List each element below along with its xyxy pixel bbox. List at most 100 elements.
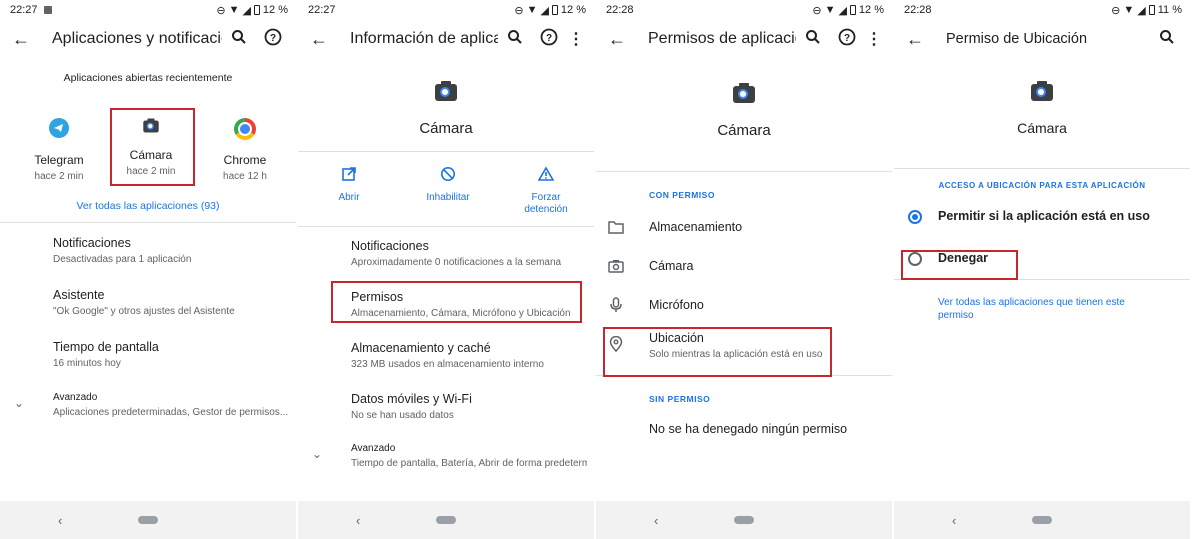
permission-item-location[interactable]: Ubicación Solo mientras la aplicación es…: [596, 328, 892, 368]
list-item-notifications[interactable]: Notificaciones Desactivadas para 1 aplic…: [0, 236, 296, 265]
status-time: 22:28: [606, 4, 634, 16]
list-item-mobile-data[interactable]: Datos móviles y Wi-Fi No se han usado da…: [298, 392, 594, 421]
signal-icon: ◢: [540, 4, 549, 17]
svg-text:?: ?: [270, 33, 276, 44]
item-subtitle: No se han usado datos: [351, 410, 454, 421]
page-title: Información de aplicaciones: [350, 30, 498, 47]
wifi-icon: ▼: [824, 4, 836, 16]
recent-app-name: Telegram: [34, 153, 84, 167]
disable-button[interactable]: Inhabilitar: [418, 166, 478, 203]
list-item-screen-time[interactable]: Tiempo de pantalla 16 minutos hoy: [0, 340, 296, 369]
more-vert-icon[interactable]: ⋮: [566, 29, 586, 49]
search-icon[interactable]: [498, 29, 532, 50]
radio-label: Denegar: [938, 251, 989, 265]
help-icon[interactable]: ?: [830, 28, 864, 51]
status-bar: 22:27 ⊖ ▼ ◢ 12 %: [0, 0, 296, 20]
recent-app-chrome[interactable]: Chrome hace 12 h: [206, 118, 284, 182]
list-item-permissions[interactable]: Permisos Almacenamiento, Cámara, Micrófo…: [298, 290, 594, 319]
battery-icon: [253, 5, 260, 15]
app-name: Cámara: [1017, 120, 1067, 136]
panel-app-permissions: 22:28 ⊖ ▼ ◢ 12 % ← Permisos de aplicacio…: [596, 0, 894, 539]
dnd-icon: ⊖: [216, 4, 226, 17]
recent-app-time: hace 2 min: [126, 166, 176, 177]
radio-option-deny[interactable]: Denegar: [894, 243, 1190, 277]
battery-icon: [551, 5, 558, 15]
app-bar: ← Permisos de aplicaciones ? ⋮: [596, 20, 892, 58]
item-title: Notificaciones: [53, 236, 131, 250]
nav-home-pill[interactable]: [436, 516, 456, 524]
search-icon[interactable]: [1150, 29, 1184, 50]
item-title: Avanzado: [351, 443, 396, 454]
permission-title: Ubicación: [649, 331, 704, 345]
nav-back-icon[interactable]: ‹: [654, 513, 658, 528]
page-title: Permiso de Ubicación: [946, 31, 1088, 47]
battery-icon: [1148, 5, 1155, 15]
action-label: Forzar detención: [524, 192, 568, 215]
app-header: Cámara: [298, 81, 594, 137]
permission-item-microphone[interactable]: Micrófono: [596, 288, 892, 326]
camera-outline-icon: [608, 260, 624, 273]
nav-back-icon[interactable]: ‹: [952, 513, 956, 528]
wifi-icon: ▼: [1123, 4, 1135, 16]
item-subtitle: 323 MB usados en almacenamiento interno: [351, 359, 544, 370]
item-title: Datos móviles y Wi-Fi: [351, 392, 472, 406]
status-bar: 22:28 ⊖ ▼ ◢ 12 %: [596, 0, 892, 20]
battery-percent: 11 %: [1157, 4, 1182, 16]
list-item-assistant[interactable]: Asistente "Ok Google" y otros ajustes de…: [0, 288, 296, 317]
nav-back-icon[interactable]: ‹: [356, 513, 360, 528]
back-arrow-icon[interactable]: ←: [310, 29, 334, 50]
help-icon[interactable]: ?: [532, 28, 566, 51]
navigation-bar: ‹: [596, 501, 892, 539]
chrome-icon: [234, 118, 256, 140]
see-all-apps-link[interactable]: Ver todas las aplicaciones (93): [0, 200, 296, 212]
battery-percent: 12 %: [262, 4, 288, 16]
page-title: Aplicaciones y notificaciones: [52, 30, 222, 47]
nav-back-icon[interactable]: ‹: [58, 513, 62, 528]
see-all-apps-with-permission-link[interactable]: Ver todas las aplicaciones que tienen es…: [894, 296, 1190, 322]
radio-option-allow-while-in-use[interactable]: Permitir si la aplicación está en uso: [894, 202, 1190, 236]
radio-selected-icon: [908, 210, 922, 224]
back-arrow-icon[interactable]: ←: [906, 29, 930, 50]
svg-text:?: ?: [546, 33, 552, 44]
list-item-advanced[interactable]: ⌄ Avanzado Aplicaciones predeterminadas,…: [0, 392, 296, 418]
recent-app-telegram[interactable]: Telegram hace 2 min: [20, 118, 98, 182]
recent-app-name: Chrome: [223, 153, 267, 167]
action-row: Abrir Inhabilitar Forzar detención: [298, 152, 594, 226]
force-stop-button[interactable]: Forzar detención: [520, 166, 572, 216]
divider: [596, 375, 892, 376]
nav-home-pill[interactable]: [138, 516, 158, 524]
panel-location-permission: 22:28 ⊖ ▼ ◢ 11 % ← Permiso de Ubicación …: [894, 0, 1192, 539]
action-label: Inhabilitar: [426, 192, 470, 203]
nav-home-pill[interactable]: [734, 516, 754, 524]
camera-icon: [143, 118, 159, 133]
image-notification-icon: [43, 6, 52, 14]
recent-app-camera[interactable]: Cámara hace 2 min: [112, 118, 190, 177]
camera-icon: [435, 81, 457, 101]
list-item-storage[interactable]: Almacenamiento y caché 323 MB usados en …: [298, 341, 594, 370]
warning-icon: [537, 166, 555, 181]
list-item-notifications[interactable]: Notificaciones Aproximadamente 0 notific…: [298, 239, 594, 268]
search-icon[interactable]: [796, 29, 830, 50]
dnd-icon: ⊖: [812, 4, 822, 17]
list-item-advanced[interactable]: ⌄ Avanzado Tiempo de pantalla, Batería, …: [298, 443, 594, 469]
help-icon[interactable]: ?: [256, 28, 290, 51]
status-time: 22:27: [10, 4, 38, 16]
denied-empty-text: No se ha denegado ningún permiso: [649, 422, 848, 436]
item-subtitle: 16 minutos hoy: [53, 358, 121, 369]
chevron-down-icon: ⌄: [14, 396, 25, 410]
nav-home-pill[interactable]: [1032, 516, 1052, 524]
open-icon: [342, 167, 356, 181]
permission-item-camera[interactable]: Cámara: [596, 249, 892, 287]
open-button[interactable]: Abrir: [326, 166, 372, 203]
back-arrow-icon[interactable]: ←: [608, 29, 632, 50]
block-icon: [441, 167, 455, 181]
svg-text:?: ?: [844, 33, 850, 44]
wifi-icon: ▼: [228, 4, 240, 16]
permission-title: Cámara: [649, 259, 694, 273]
search-icon[interactable]: [222, 29, 256, 50]
more-vert-icon[interactable]: ⋮: [864, 29, 884, 49]
back-arrow-icon[interactable]: ←: [12, 29, 36, 50]
divider: [894, 168, 1190, 169]
item-subtitle: Desactivadas para 1 aplicación: [53, 254, 192, 265]
permission-item-storage[interactable]: Almacenamiento: [596, 210, 892, 248]
